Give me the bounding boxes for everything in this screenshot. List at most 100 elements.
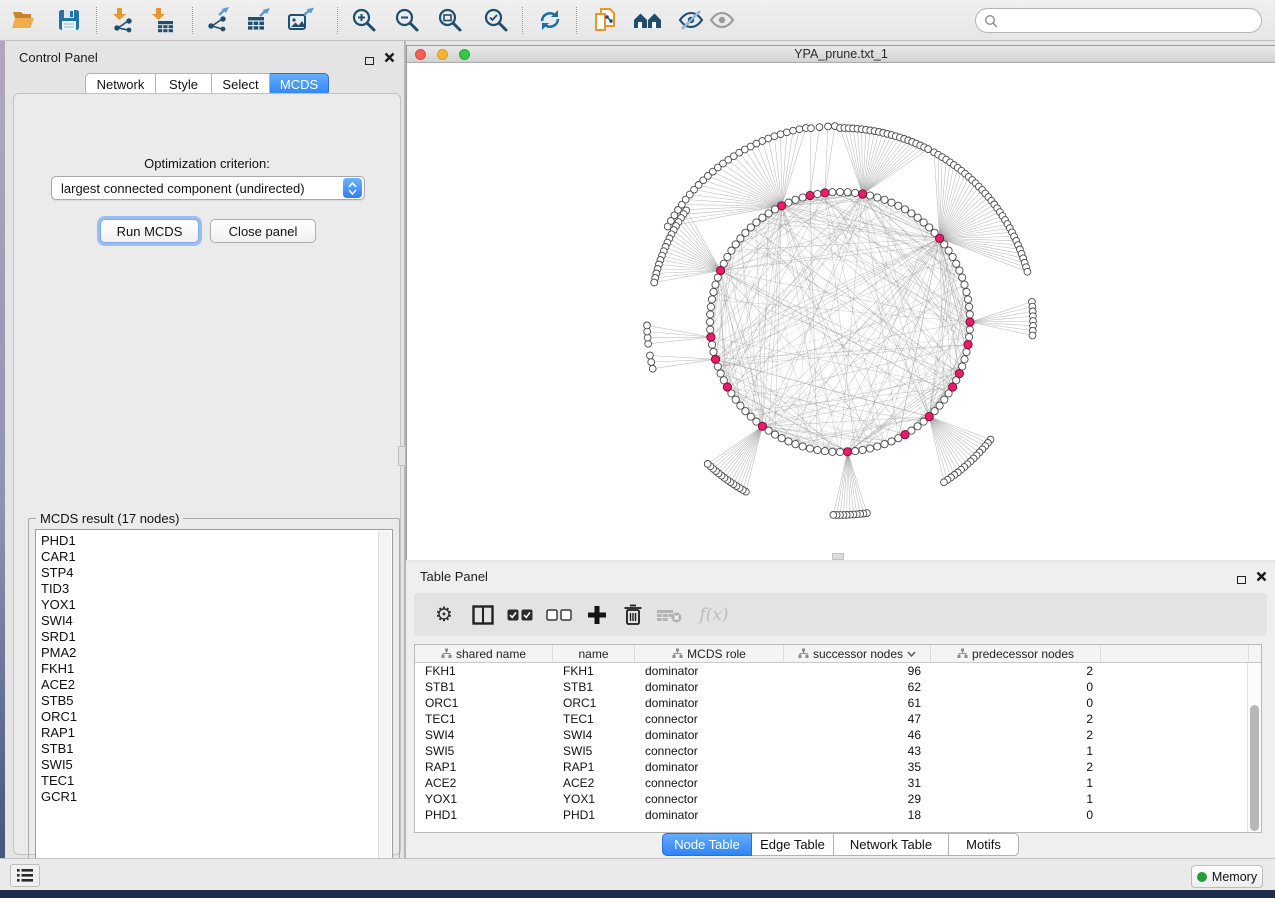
table-row[interactable]: ORC1ORC1dominator610 — [415, 695, 1261, 711]
column-header-MCDS-role[interactable]: MCDS role — [635, 645, 784, 662]
mcds-result-item[interactable]: ORC1 — [41, 709, 392, 725]
mcds-result-item[interactable]: CAR1 — [41, 549, 392, 565]
toolbar-separator — [337, 7, 338, 34]
optimization-criterion-select[interactable]: largest connected component (undirected) — [51, 176, 365, 200]
toolbar-separator — [192, 7, 193, 34]
toolbar-separator — [522, 7, 523, 34]
table-cell: 35 — [784, 759, 931, 775]
table-row[interactable]: YOX1YOX1connector291 — [415, 791, 1261, 807]
mcds-result-item[interactable]: YOX1 — [41, 597, 392, 613]
table-row[interactable]: STB1STB1dominator620 — [415, 679, 1261, 695]
run-mcds-button[interactable]: Run MCDS — [100, 219, 199, 243]
control-panel: Control Panel Network Style Select MCDS … — [5, 41, 404, 858]
table-delete-icon — [656, 607, 682, 623]
table-cell: 29 — [784, 791, 931, 807]
table-settings-button[interactable]: ⚙ — [427, 593, 461, 636]
zoom-out-button[interactable] — [389, 3, 425, 37]
show-columns-button[interactable] — [466, 593, 500, 636]
table-row[interactable]: SWI4SWI4dominator462 — [415, 727, 1261, 743]
mcds-result-item[interactable]: STP4 — [41, 565, 392, 581]
checked-boxes-icon — [507, 609, 533, 621]
mcds-result-title: MCDS result (17 nodes) — [36, 511, 183, 526]
mcds-result-item[interactable]: SWI5 — [41, 757, 392, 773]
table-row[interactable]: TEC1TEC1connector472 — [415, 711, 1261, 727]
apply-layout-button[interactable] — [532, 3, 568, 37]
mcds-result-item[interactable]: TID3 — [41, 581, 392, 597]
mcds-result-item[interactable]: PMA2 — [41, 645, 392, 661]
export-table-button[interactable] — [240, 3, 276, 37]
close-panel-icon[interactable] — [384, 50, 395, 68]
selected-option: largest connected component (undirected) — [52, 181, 343, 196]
first-neighbors-button[interactable] — [630, 3, 666, 37]
table-cell: ORC1 — [553, 695, 635, 711]
column-header-name[interactable]: name — [553, 645, 635, 662]
table-scrollbar-thumb[interactable] — [1250, 705, 1259, 831]
function-builder-button-disabled: f(x) — [692, 593, 736, 636]
table-cell: 46 — [784, 727, 931, 743]
tab-network-table[interactable]: Network Table — [834, 833, 949, 856]
mcds-result-item[interactable]: ACE2 — [41, 677, 392, 693]
eye-icon — [709, 8, 735, 32]
table-row[interactable]: ACE2ACE2connector311 — [415, 775, 1261, 791]
save-floppy-icon — [57, 8, 81, 32]
mcds-result-item[interactable]: PHD1 — [41, 533, 392, 549]
table-cell: dominator — [635, 727, 784, 743]
table-cell: 62 — [784, 679, 931, 695]
table-cell: YOX1 — [415, 791, 553, 807]
export-image-button[interactable] — [283, 3, 319, 37]
mcds-result-item[interactable]: STB1 — [41, 741, 392, 757]
import-table-button[interactable] — [144, 3, 180, 37]
add-column-button[interactable] — [580, 593, 614, 636]
table-row[interactable]: PHD1PHD1dominator180 — [415, 807, 1261, 823]
table-row[interactable]: RAP1RAP1dominator352 — [415, 759, 1261, 775]
table-scrollbar[interactable] — [1247, 663, 1261, 832]
float-panel-icon[interactable] — [365, 52, 374, 70]
table-cell: SWI5 — [553, 743, 635, 759]
column-header-shared-name[interactable]: shared name — [415, 645, 553, 662]
search-input[interactable] — [998, 13, 1261, 28]
tab-motifs[interactable]: Motifs — [949, 833, 1019, 856]
table-row[interactable]: SWI5SWI5connector431 — [415, 743, 1261, 759]
import-network-button[interactable] — [104, 3, 140, 37]
table-cell: SWI5 — [415, 743, 553, 759]
panel-divider-grip[interactable] — [398, 446, 406, 466]
mcds-result-item[interactable]: SRD1 — [41, 629, 392, 645]
close-panel-button[interactable]: Close panel — [210, 219, 316, 243]
mcds-result-item[interactable]: SWI4 — [41, 613, 392, 629]
network-window-titlebar[interactable]: YPA_prune.txt_1 — [407, 46, 1275, 63]
select-all-button[interactable] — [503, 593, 537, 636]
mcds-result-item[interactable]: STB5 — [41, 693, 392, 709]
zoom-fit-button[interactable] — [432, 3, 468, 37]
mcds-list-scrollbar[interactable] — [378, 531, 391, 883]
save-session-button[interactable] — [51, 3, 87, 37]
float-table-panel-icon[interactable] — [1237, 571, 1246, 589]
horizontal-divider-grip[interactable] — [832, 553, 844, 560]
export-network-button[interactable] — [200, 3, 236, 37]
table-row[interactable]: FKH1FKH1dominator962 — [415, 663, 1261, 679]
mcds-result-item[interactable]: GCR1 — [41, 789, 392, 805]
mcds-result-item[interactable]: FKH1 — [41, 661, 392, 677]
column-header-predecessor-nodes[interactable]: predecessor nodes — [931, 645, 1101, 662]
zoom-in-button[interactable] — [346, 3, 382, 37]
tab-node-table[interactable]: Node Table — [662, 833, 752, 856]
memory-button[interactable]: Memory — [1191, 865, 1263, 888]
search-box — [975, 8, 1262, 33]
delete-column-button[interactable] — [616, 593, 650, 636]
show-all-button[interactable] — [704, 3, 740, 37]
mcds-result-item[interactable]: RAP1 — [41, 725, 392, 741]
column-header-successor-nodes[interactable]: successor nodes — [784, 645, 931, 662]
mcds-result-item[interactable]: TEC1 — [41, 773, 392, 789]
table-cell: SWI4 — [553, 727, 635, 743]
table-panel-title: Table Panel — [420, 569, 488, 584]
zoom-selected-button[interactable] — [478, 3, 514, 37]
close-table-panel-icon[interactable] — [1256, 569, 1267, 587]
zoom-in-icon — [351, 7, 377, 33]
show-log-button[interactable] — [10, 864, 40, 887]
toolbar-separator — [576, 7, 577, 34]
mcds-result-list[interactable]: PHD1CAR1STP4TID3YOX1SWI4SRD1PMA2FKH1ACE2… — [35, 529, 393, 885]
deselect-all-button[interactable] — [542, 593, 576, 636]
clone-network-button[interactable] — [587, 3, 623, 37]
tab-edge-table[interactable]: Edge Table — [752, 833, 834, 856]
network-canvas[interactable] — [407, 63, 1275, 560]
open-file-button[interactable] — [5, 3, 41, 37]
